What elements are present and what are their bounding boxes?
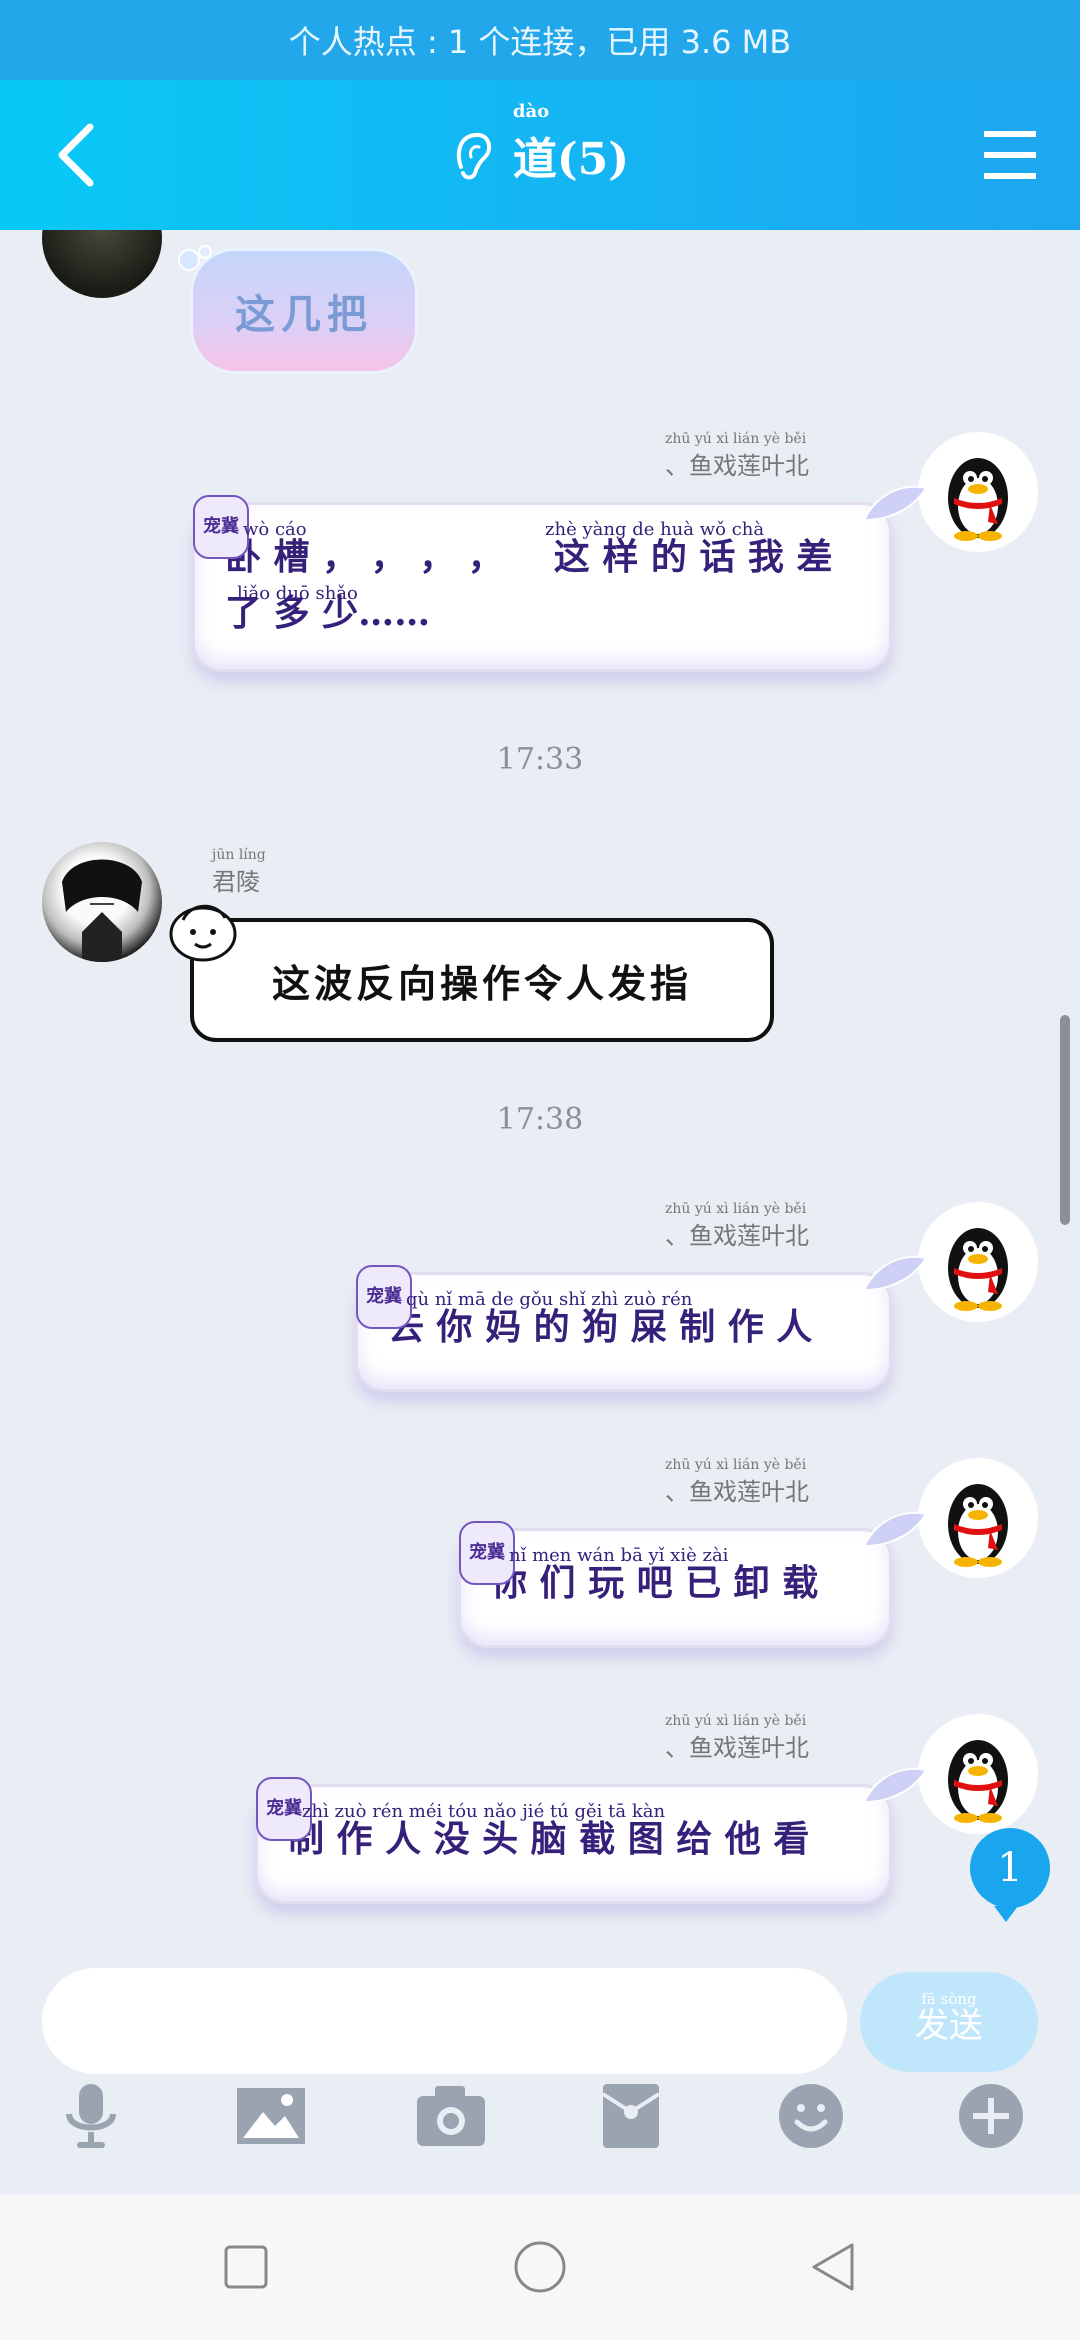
emoji-icon[interactable] (775, 2080, 847, 2152)
status-bar: 个人热点 : 1 个连接，已用 3.6 MB (0, 0, 1080, 80)
nickname-pinyin: zhū yú xì lián yè běi (665, 1201, 807, 1217)
message-bubble[interactable]: 宠冀 zhì zuò rén méi tóu nǎo jié tú gěi tā… (255, 1777, 892, 1904)
nickname-text: 君陵 (212, 868, 260, 896)
message-text: 这波反向操作令人发指 (271, 961, 692, 1006)
penguin-icon (948, 458, 1008, 541)
penguin-icon (948, 1484, 1008, 1567)
scrollbar-thumb[interactable] (1060, 1015, 1070, 1225)
nickname-pinyin: zhū yú xì lián yè běi (665, 431, 807, 447)
bubble-decoration-icon (178, 245, 212, 271)
sender-nickname: zhū yú xì lián yè běi 、鱼戏莲叶北 (665, 1714, 809, 1763)
chat-title: dào 道(5) (0, 101, 1080, 195)
avatar-me-penguin[interactable] (918, 1714, 1038, 1834)
avatar-me-penguin[interactable] (918, 1202, 1038, 1322)
nickname-pinyin: zhū yú xì lián yè běi (665, 1713, 807, 1729)
user-tag-badge: 宠冀 (459, 1521, 515, 1585)
leaf-decoration-icon (862, 1767, 928, 1804)
group-title: dào 道(5) (512, 101, 630, 187)
pinyin-line: zhè yàng de huà wǒ chà (545, 519, 765, 540)
nickname-text: 、鱼戏莲叶北 (665, 1478, 809, 1506)
nickname-text: 、鱼戏莲叶北 (665, 1734, 809, 1762)
leaf-decoration-icon (862, 1255, 928, 1292)
pinyin-line: liǎo duō shǎo (237, 583, 358, 604)
chat-header: dào 道(5) (0, 80, 1080, 230)
sender-nickname: zhū yú xì lián yè běi 、鱼戏莲叶北 (665, 432, 809, 481)
anime-avatar-icon (62, 859, 142, 962)
nickname-pinyin: jūn líng (212, 847, 266, 863)
message-bubble[interactable]: 宠冀 nǐ men wán bā yǐ xiè zài 你 们 玩 吧 已 卸 … (458, 1521, 892, 1648)
message-bubble[interactable]: 宠冀 wò cáo zhè yàng de huà wǒ chà 卧 槽 ， ，… (192, 495, 892, 672)
sticker-face-icon (169, 904, 237, 962)
leaf-decoration-icon (862, 1511, 928, 1548)
nickname-pinyin: zhū yú xì lián yè běi (665, 1457, 807, 1473)
user-tag-badge: 宠冀 (193, 495, 249, 559)
sender-nickname: zhū yú xì lián yè běi 、鱼戏莲叶北 (665, 1458, 809, 1507)
ear-icon[interactable] (451, 127, 495, 183)
camera-icon[interactable] (415, 2080, 487, 2152)
message-text: 这几把 (235, 292, 373, 338)
home-icon[interactable] (510, 2237, 570, 2297)
send-pinyin: fā sòng (921, 1990, 977, 2008)
timestamp: 17:33 (0, 742, 1080, 777)
avatar-me-penguin[interactable] (918, 432, 1038, 552)
pinyin-line: nǐ men wán bā yǐ xiè zài (509, 1545, 729, 1566)
red-packet-icon[interactable] (595, 2080, 667, 2152)
microphone-icon[interactable] (55, 2080, 127, 2152)
pinyin-line: zhì zuò rén méi tóu nǎo jié tú gěi tā kà… (302, 1801, 666, 1822)
nickname-text: 、鱼戏莲叶北 (665, 1222, 809, 1250)
sender-nickname: jūn líng 君陵 (212, 848, 266, 897)
message-bubble[interactable]: 宠冀 qù nǐ mā de gǒu shǐ zhì zuò rén 去 你 妈… (355, 1265, 892, 1392)
unread-count-text: 1 (997, 1845, 1023, 1891)
toolbar (0, 2050, 1080, 2190)
penguin-icon (948, 1228, 1008, 1311)
hotspot-status-text: 个人热点 : 1 个连接，已用 3.6 MB (288, 23, 792, 61)
unread-count-badge[interactable]: 1 (970, 1828, 1050, 1922)
system-navigation-bar (0, 2195, 1080, 2340)
back-nav-icon[interactable] (804, 2237, 864, 2297)
timestamp: 17:38 (0, 1102, 1080, 1137)
timestamp-text: 17:33 (496, 742, 584, 777)
chat-list[interactable]: 这几把 zhū yú xì lián yè běi 、鱼戏莲叶北 宠冀 wò c… (0, 230, 1080, 1950)
group-title-label: 道(5) (512, 134, 630, 185)
sender-nickname: zhū yú xì lián yè běi 、鱼戏莲叶北 (665, 1202, 809, 1251)
message-bubble[interactable]: 这波反向操作令人发指 (190, 918, 774, 1042)
nickname-text: 、鱼戏莲叶北 (665, 452, 809, 480)
leaf-decoration-icon (862, 485, 928, 522)
timestamp-text: 17:38 (496, 1102, 584, 1137)
plus-icon[interactable] (955, 2080, 1027, 2152)
avatar-other-user[interactable] (42, 842, 162, 962)
recent-apps-icon[interactable] (216, 2237, 276, 2297)
image-icon[interactable] (235, 2080, 307, 2152)
avatar-other-user[interactable] (42, 230, 162, 298)
avatar-me-penguin[interactable] (918, 1458, 1038, 1578)
group-title-pinyin: dào (512, 101, 550, 122)
pinyin-line: wò cáo (243, 519, 307, 540)
pinyin-line: qù nǐ mā de gǒu shǐ zhì zuò rén (406, 1289, 693, 1310)
menu-icon[interactable] (980, 125, 1040, 185)
user-tag-badge: 宠冀 (356, 1265, 412, 1329)
penguin-icon (948, 1740, 1008, 1823)
